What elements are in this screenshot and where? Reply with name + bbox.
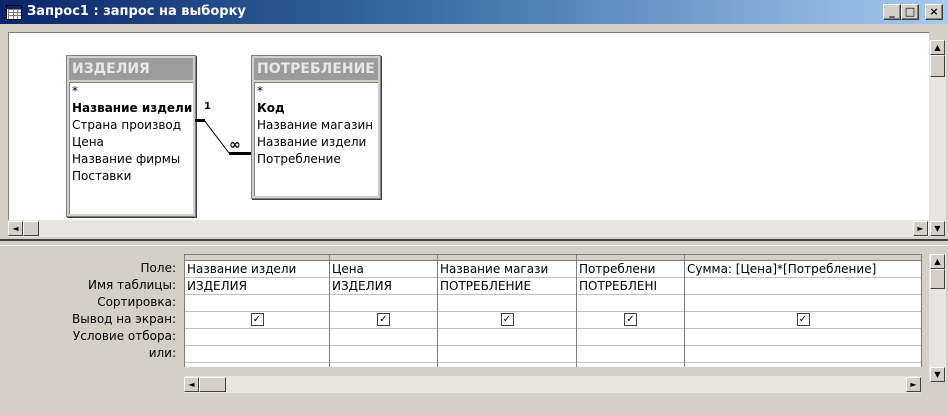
grid-column[interactable]: Сумма: [Цена]*[Потребление] ✓ [685, 255, 922, 367]
query-window-icon[interactable] [6, 5, 22, 20]
table-cell[interactable]: ПОТРЕБЛЕНИЕ [438, 278, 576, 295]
show-cell[interactable]: ✓ [330, 312, 437, 329]
table-design-pane: ИЗДЕЛИЯ * Название издели Страна произво… [0, 24, 948, 253]
scroll-left-button[interactable]: ◄ [184, 377, 199, 392]
field-cell[interactable]: Сумма: [Цена]*[Потребление] [685, 261, 921, 278]
scroll-right-button[interactable]: ► [906, 377, 921, 392]
field-cell[interactable]: Потреблени [577, 261, 684, 278]
row-label-or: или: [148, 346, 176, 360]
field-item[interactable]: Название магазин [255, 117, 378, 134]
or-cell[interactable] [438, 346, 576, 363]
upper-vertical-scrollbar[interactable]: ▲ ▼ [929, 40, 946, 236]
minimize-button[interactable]: _ [883, 4, 901, 20]
field-item[interactable]: Потребление [255, 151, 378, 168]
scroll-up-button[interactable]: ▲ [930, 40, 945, 55]
field-item-key[interactable]: Название издели [70, 100, 193, 117]
scroll-up-button[interactable]: ▲ [930, 254, 945, 269]
grid-column[interactable]: Потреблени ПОТРЕБЛЕНІ ✓ [577, 255, 685, 367]
field-list-izdeliya[interactable]: ИЗДЕЛИЯ * Название издели Страна произво… [66, 55, 196, 217]
relationship-one-label: 1 [204, 101, 211, 112]
query-design-grid[interactable]: Название издели ИЗДЕЛИЯ ✓ Цена ИЗДЕЛИЯ ✓… [184, 254, 922, 367]
close-button[interactable]: × [925, 4, 943, 20]
grid-row-labels: Поле: Имя таблицы: Сортировка: Вывод на … [0, 260, 182, 362]
table-cell[interactable]: ИЗДЕЛИЯ [330, 278, 437, 295]
field-list-title[interactable]: ПОТРЕБЛЕНИЕ [254, 58, 378, 80]
scroll-thumb[interactable] [930, 55, 945, 77]
scroll-down-button[interactable]: ▼ [930, 367, 945, 382]
scroll-thumb[interactable] [23, 221, 39, 236]
show-checkbox[interactable]: ✓ [377, 313, 390, 326]
or-cell[interactable] [185, 346, 329, 363]
field-list-title[interactable]: ИЗДЕЛИЯ [69, 58, 193, 80]
field-cell[interactable]: Название магази [438, 261, 576, 278]
title-bar[interactable]: Запрос1 : запрос на выборку _ □ × [0, 0, 948, 24]
sort-cell[interactable] [185, 295, 329, 312]
grid-column[interactable]: Название магази ПОТРЕБЛЕНИЕ ✓ [438, 255, 577, 367]
or-cell[interactable] [330, 346, 437, 363]
query-design-grid-pane: Поле: Имя таблицы: Сортировка: Вывод на … [0, 246, 948, 415]
row-label-sort: Сортировка: [97, 295, 176, 309]
upper-horizontal-scrollbar[interactable]: ◄ ► [8, 220, 928, 237]
grid-column[interactable]: Цена ИЗДЕЛИЯ ✓ [330, 255, 438, 367]
field-item[interactable]: Цена [70, 134, 193, 151]
grid-column[interactable]: Название издели ИЗДЕЛИЯ ✓ [185, 255, 330, 367]
field-item[interactable]: * [70, 83, 193, 100]
field-list-body[interactable]: * Код Название магазин Название издели П… [254, 82, 378, 196]
show-cell[interactable]: ✓ [577, 312, 684, 329]
show-checkbox[interactable]: ✓ [500, 313, 514, 326]
field-cell[interactable]: Цена [330, 261, 437, 278]
row-label-show: Вывод на экран: [72, 312, 176, 326]
show-checkbox[interactable]: ✓ [624, 313, 637, 326]
scroll-right-button[interactable]: ► [913, 221, 928, 236]
row-label-field: Поле: [140, 261, 176, 275]
field-item[interactable]: Название издели [255, 134, 378, 151]
criteria-cell[interactable] [330, 329, 437, 346]
criteria-cell[interactable] [577, 329, 684, 346]
row-label-table: Имя таблицы: [88, 278, 176, 292]
restore-button[interactable]: □ [901, 4, 919, 20]
grid-horizontal-scrollbar[interactable]: ◄ ► [184, 376, 921, 393]
criteria-cell[interactable] [438, 329, 576, 346]
relationship-many-label: ∞ [229, 137, 241, 153]
scroll-down-button[interactable]: ▼ [930, 221, 945, 236]
field-cell[interactable]: Название издели [185, 261, 329, 278]
sort-cell[interactable] [685, 295, 921, 312]
scroll-left-button[interactable]: ◄ [8, 221, 23, 236]
pane-splitter[interactable] [0, 239, 948, 246]
field-item[interactable]: Название фирмы [70, 151, 193, 168]
table-diagram-area[interactable]: ИЗДЕЛИЯ * Название издели Страна произво… [8, 32, 929, 236]
criteria-cell[interactable] [685, 329, 921, 346]
sort-cell[interactable] [577, 295, 684, 312]
field-item[interactable]: Страна производ [70, 117, 193, 134]
table-cell[interactable] [685, 278, 921, 295]
sort-cell[interactable] [438, 295, 576, 312]
criteria-cell[interactable] [185, 329, 329, 346]
table-cell[interactable]: ПОТРЕБЛЕНІ [577, 278, 684, 295]
grid-vertical-scrollbar[interactable]: ▲ ▼ [929, 254, 946, 382]
window-title: Запрос1 : запрос на выборку [27, 4, 246, 19]
show-cell[interactable]: ✓ [185, 312, 329, 329]
row-label-criteria: Условие отбора: [72, 329, 176, 343]
scroll-thumb[interactable] [930, 269, 945, 289]
field-list-body[interactable]: * Название издели Страна производ Цена Н… [69, 82, 193, 214]
or-cell[interactable] [685, 346, 921, 363]
show-checkbox[interactable]: ✓ [250, 313, 264, 326]
show-checkbox[interactable]: ✓ [796, 313, 810, 326]
field-list-potreblenie[interactable]: ПОТРЕБЛЕНИЕ * Код Название магазин Назва… [251, 55, 381, 199]
field-item-key[interactable]: Код [255, 100, 378, 117]
show-cell[interactable]: ✓ [438, 312, 576, 329]
field-item[interactable]: * [255, 83, 378, 100]
show-cell[interactable]: ✓ [685, 312, 921, 329]
table-cell[interactable]: ИЗДЕЛИЯ [185, 278, 329, 295]
field-item[interactable]: Поставки [70, 168, 193, 185]
sort-cell[interactable] [330, 295, 437, 312]
or-cell[interactable] [577, 346, 684, 363]
scroll-thumb[interactable] [199, 377, 226, 392]
